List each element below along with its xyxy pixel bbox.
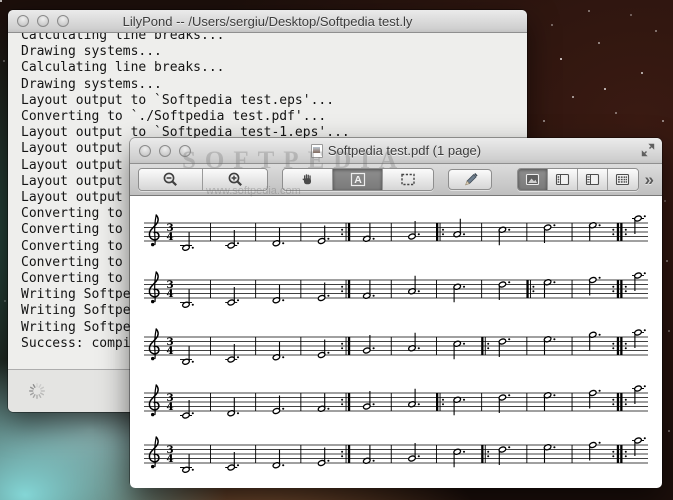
log-line: Calculating line breaks... — [21, 60, 225, 76]
terminal-window-title: LilyPond -- /Users/sergiu/Desktop/Softpe… — [122, 13, 413, 29]
zoom-out-icon — [163, 172, 177, 186]
toc-sidebar-icon — [585, 173, 599, 186]
minimize-button[interactable] — [37, 15, 49, 27]
zoom-segmented-control — [138, 168, 268, 191]
content-only-button[interactable] — [517, 169, 548, 190]
pdf-document-icon — [310, 143, 323, 158]
svg-text:4: 4 — [166, 345, 173, 357]
svg-text:4: 4 — [166, 401, 173, 413]
pencil-icon — [464, 173, 478, 186]
table-of-contents-button[interactable] — [577, 169, 608, 190]
fullscreen-arrows-icon[interactable] — [641, 143, 655, 157]
svg-text:A: A — [354, 174, 362, 186]
zoom-in-button[interactable] — [203, 169, 267, 190]
annotate-button[interactable] — [448, 169, 492, 190]
svg-text:4: 4 — [166, 231, 173, 243]
thumbnails-button[interactable] — [547, 169, 578, 190]
zoom-in-icon — [228, 172, 242, 186]
terminal-titlebar[interactable]: LilyPond -- /Users/sergiu/Desktop/Softpe… — [8, 10, 527, 33]
contact-sheet-grid-icon — [615, 173, 630, 186]
close-button[interactable] — [17, 15, 29, 27]
minimize-button[interactable] — [159, 144, 171, 157]
zoom-button[interactable] — [57, 15, 69, 27]
toolbar-overflow-button[interactable]: » — [645, 169, 654, 190]
pdf-page[interactable]: 3434343434 — [130, 196, 662, 488]
zoom-out-button[interactable] — [139, 169, 203, 190]
svg-text:4: 4 — [166, 288, 173, 300]
preview-toolbar: A » — [130, 164, 662, 196]
zoom-button[interactable] — [179, 144, 191, 157]
sheet-music: 3434343434 — [144, 214, 648, 473]
log-line: Calculating line breaks... — [21, 33, 225, 43]
content-only-icon — [525, 173, 539, 186]
log-line: Drawing systems... — [21, 76, 162, 92]
log-line: Layout output to `Softpedia test.eps'... — [21, 92, 335, 108]
svg-text:4: 4 — [166, 453, 173, 465]
preview-window-title: Softpedia test.pdf (1 page) — [327, 143, 482, 158]
select-tool-button[interactable] — [383, 169, 433, 190]
log-line: Converting to `./Softpedia test.pdf'... — [21, 109, 327, 125]
tool-segmented-control: A — [282, 168, 434, 191]
progress-spinner-icon — [29, 383, 45, 399]
view-segmented-control — [516, 168, 639, 191]
thumbnails-sidebar-icon — [555, 173, 569, 186]
contact-sheet-button[interactable] — [607, 169, 638, 190]
close-button[interactable] — [139, 144, 151, 157]
text-select-icon: A — [350, 172, 365, 186]
preview-titlebar[interactable]: Softpedia test.pdf (1 page) — [130, 138, 662, 164]
log-line: Drawing systems... — [21, 44, 162, 60]
hand-icon — [302, 174, 311, 185]
rect-select-icon — [401, 173, 415, 186]
preview-pdf-window: Softpedia test.pdf (1 page) A » 3 4 3 4 … — [130, 138, 662, 488]
move-tool-button[interactable] — [283, 169, 333, 190]
desktop-stars — [0, 0, 2, 2]
text-tool-button[interactable]: A — [333, 169, 383, 190]
